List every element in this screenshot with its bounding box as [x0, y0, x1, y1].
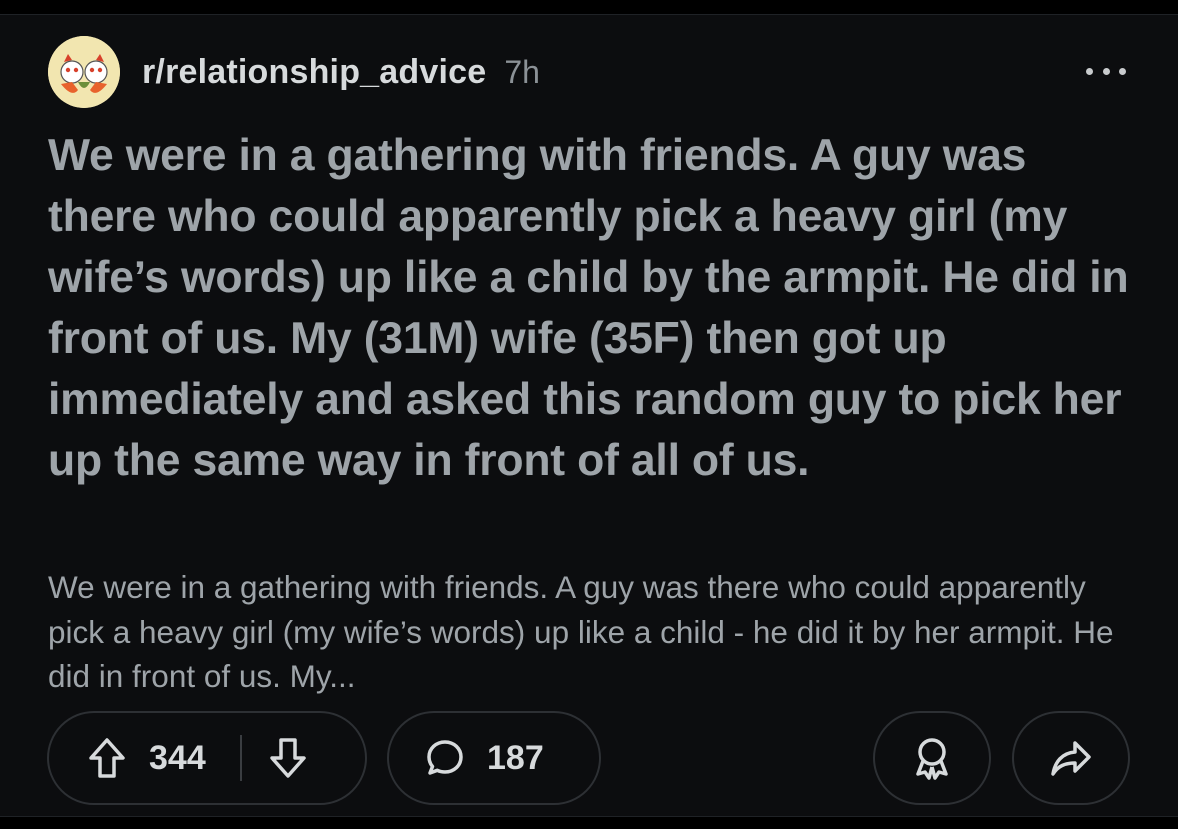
post-body-preview[interactable]: We were in a gathering with friends. A g…: [48, 565, 1138, 699]
post-header: r/relationship_advice 7h: [48, 35, 1130, 109]
upvote-arrow-icon[interactable]: [87, 736, 127, 780]
downvote-arrow-icon[interactable]: [268, 736, 308, 780]
comments-button[interactable]: 187: [387, 711, 601, 805]
post-card[interactable]: r/relationship_advice 7h We were in a ga…: [0, 14, 1178, 817]
more-dot: [1102, 67, 1110, 75]
upvote-count: 344: [149, 738, 206, 777]
more-dot: [1086, 67, 1093, 75]
award-icon: [910, 734, 954, 782]
subreddit-name[interactable]: r/relationship_advice: [142, 53, 486, 92]
vote-divider: [239, 735, 242, 781]
vote-bar: 344: [47, 711, 367, 805]
post-title[interactable]: We were in a gathering with friends. A g…: [48, 125, 1138, 491]
more-options-icon[interactable]: [1086, 59, 1126, 83]
comment-bubble-icon: [425, 738, 465, 778]
subreddit-avatar-icon[interactable]: [48, 36, 120, 108]
comment-count: 187: [487, 738, 544, 777]
post-age: 7h: [504, 53, 540, 90]
more-dot: [1119, 67, 1126, 75]
share-button[interactable]: [1012, 711, 1130, 805]
share-arrow-icon: [1049, 738, 1093, 778]
award-button[interactable]: [873, 711, 991, 805]
